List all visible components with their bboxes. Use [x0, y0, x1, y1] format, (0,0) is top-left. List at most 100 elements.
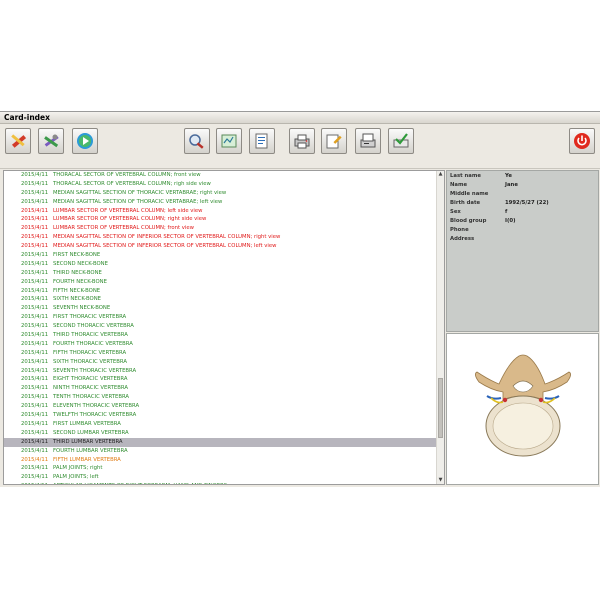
- record-date: 2015/4/11: [21, 278, 49, 285]
- field-value: Jane: [505, 182, 518, 188]
- record-date: 2015/4/11: [21, 252, 49, 259]
- record-title: FIFTH NECK-BONE: [53, 287, 101, 294]
- document-icon: [255, 133, 268, 149]
- field-value: 1992/5/27 (22): [505, 200, 549, 206]
- list-item[interactable]: 2015/4/11 FIFTH NECK-BONE: [4, 287, 437, 296]
- list-item[interactable]: 2015/4/11 NINTH THORACIC VERTEBRA: [4, 384, 437, 393]
- field-label: Birth date: [450, 200, 481, 206]
- record-date: 2015/4/11: [21, 358, 49, 365]
- list-item[interactable]: 2015/4/11 SECOND THORACIC VERTEBRA: [4, 322, 437, 331]
- list-item[interactable]: 2015/4/11 LUMBAR SECTOR OF VERTEBRAL COLU…: [4, 224, 437, 233]
- list-item[interactable]: 2015/4/11 SEVENTH THORACIC VERTEBRA: [4, 367, 437, 376]
- scroll-down-arrow-icon[interactable]: ▼: [437, 477, 444, 484]
- list-item[interactable]: 2015/4/11 FIFTH LUMBAR VERTEBRA: [4, 456, 437, 465]
- list-item[interactable]: 2015/4/11 MEDIAN SAGITTAL SECTION OF THOR…: [4, 189, 437, 198]
- record-title: FIFTH THORACIC VERTEBRA: [53, 349, 127, 356]
- record-date: 2015/4/11: [21, 287, 49, 294]
- record-title: FOURTH LUMBAR VERTEBRA: [53, 447, 128, 454]
- list-item[interactable]: 2015/4/11 SECOND LUMBAR VERTEBRA: [4, 429, 437, 438]
- list-item[interactable]: 2015/4/11 THIRD NECK-BONE: [4, 269, 437, 278]
- record-title: SECOND NECK-BONE: [53, 260, 108, 267]
- magnify-button[interactable]: [184, 128, 210, 154]
- record-title: THIRD THORACIC VERTEBRA: [53, 332, 128, 339]
- list-item[interactable]: 2015/4/11 EIGHT THORACIC VERTEBRA: [4, 375, 437, 384]
- record-date: 2015/4/11: [21, 438, 49, 445]
- list-item[interactable]: 2015/4/11 MEDIAN SAGITTAL SECTION OF THOR…: [4, 198, 437, 207]
- record-title: SECOND THORACIC VERTEBRA: [53, 323, 134, 330]
- record-date: 2015/4/11: [21, 180, 49, 187]
- record-title: MEDIAN SAGITTAL SECTION OF THORACIC VERT…: [53, 198, 223, 205]
- list-item[interactable]: 2015/4/11 THORACAL SECTOR OF VERTEBRAL CO…: [4, 171, 437, 180]
- list-item[interactable]: 2015/4/11 SEVENTH NECK-BONE: [4, 304, 437, 313]
- list-item[interactable]: 2015/4/11 SECOND NECK-BONE: [4, 260, 437, 269]
- record-date: 2015/4/11: [21, 376, 49, 383]
- record-title: PALM JOINTS; left: [53, 474, 99, 481]
- record-title: PALM JOINTS; right: [53, 465, 103, 472]
- document-button[interactable]: [249, 128, 275, 154]
- list-item[interactable]: 2015/4/11 FOURTH NECK-BONE: [4, 278, 437, 287]
- list-item[interactable]: 2015/4/11 TWELFTH THORACIC VERTEBRA: [4, 411, 437, 420]
- patient-info-panel: Last name Ye Name Jane Middle name Birth date…: [446, 170, 599, 332]
- map-button[interactable]: [216, 128, 242, 154]
- list-item[interactable]: 2015/4/11 THORACAL SECTOR OF VERTEBRAL CO…: [4, 180, 437, 189]
- record-title: SEVENTH NECK-BONE: [53, 305, 111, 312]
- list-item[interactable]: 2015/4/11 MEDIAN SAGITTAL SECTION OF INFE…: [4, 242, 437, 251]
- list-item[interactable]: 2015/4/11 FIRST THORACIC VERTEBRA: [4, 313, 437, 322]
- pencil-ruler-icon: [11, 134, 27, 148]
- play-button[interactable]: [72, 128, 98, 154]
- record-title: MEDIAN SAGITTAL SECTION OF THORACIC VERT…: [53, 189, 227, 196]
- checkmark-folder-icon: [393, 133, 409, 148]
- list-item[interactable]: 2015/4/11 SIXTH NECK-BONE: [4, 295, 437, 304]
- power-button[interactable]: [569, 128, 595, 154]
- list-item[interactable]: 2015/4/11 PALM JOINTS; left: [4, 473, 437, 482]
- field-value: f: [505, 209, 508, 215]
- list-item[interactable]: 2015/4/11 FIRST NECK-BONE: [4, 251, 437, 260]
- list-item[interactable]: 2015/4/11 FOURTH LUMBAR VERTEBRA: [4, 447, 437, 456]
- record-title: FIRST LUMBAR VERTEBRA: [53, 420, 121, 427]
- record-date: 2015/4/11: [21, 172, 49, 178]
- map-icon: [221, 134, 237, 148]
- list-item[interactable]: 2015/4/11 THIRD LUMBAR VERTEBRA: [4, 437, 437, 447]
- fax-icon: [360, 133, 376, 148]
- list-item[interactable]: 2015/4/11 SIXTH THORACIC VERTEBRA: [4, 358, 437, 367]
- list-item[interactable]: 2015/4/11 FOURTH THORACIC VERTEBRA: [4, 340, 437, 349]
- record-date: 2015/4/11: [21, 189, 49, 196]
- printer-button[interactable]: [289, 128, 315, 154]
- list-item[interactable]: 2015/4/11 PALM JOINTS; right: [4, 464, 437, 473]
- pencil-ruler-button[interactable]: [5, 128, 31, 154]
- list-item[interactable]: 2015/4/11 TENTH THORACIC VERTEBRA: [4, 393, 437, 402]
- printer-icon: [294, 134, 310, 149]
- list-item[interactable]: 2015/4/11 FIFTH THORACIC VERTEBRA: [4, 349, 437, 358]
- tools-icon: [44, 134, 59, 148]
- record-title: TWELFTH THORACIC VERTEBRA: [53, 412, 137, 419]
- fax-button[interactable]: [355, 128, 381, 154]
- list-item[interactable]: 2015/4/11 MEDIAN SAGITTAL SECTION OF INFE…: [4, 233, 437, 242]
- tools-button[interactable]: [38, 128, 64, 154]
- record-title: THIRD LUMBAR VERTEBRA: [53, 438, 123, 445]
- list-item[interactable]: 2015/4/11ARTICULAR LIGAMENTS OF RIGHT FO…: [4, 482, 437, 484]
- record-title: FOURTH THORACIC VERTEBRA: [53, 340, 133, 347]
- scroll-thumb[interactable]: [438, 378, 443, 438]
- record-title: THORACAL SECTOR OF VERTEBRAL COLUMN; fro…: [53, 172, 201, 178]
- list-item[interactable]: 2015/4/11 LUMBAR SECTOR OF VERTEBRAL COLU…: [4, 215, 437, 224]
- list-item[interactable]: 2015/4/11 THIRD THORACIC VERTEBRA: [4, 331, 437, 340]
- field-label: Blood group: [450, 218, 487, 224]
- list-item[interactable]: 2015/4/11 ELEVENTH THORACIC VERTEBRA: [4, 402, 437, 411]
- record-title: SIXTH THORACIC VERTEBRA: [53, 358, 127, 365]
- checkmark-folder-button[interactable]: [388, 128, 414, 154]
- scroll-up-arrow-icon[interactable]: ▲: [437, 171, 444, 178]
- record-title: SIXTH NECK-BONE: [53, 296, 102, 303]
- record-date: 2015/4/11: [21, 412, 49, 419]
- records-list[interactable]: 2015/4/11 THORACAL SECTOR OF VERTEBRAL CO…: [3, 170, 445, 485]
- record-date: 2015/4/11: [21, 260, 49, 267]
- vertical-scrollbar[interactable]: ▲ ▼: [436, 171, 444, 484]
- record-title: MEDIAN SAGITTAL SECTION OF INFERIOR SECT…: [53, 243, 277, 250]
- record-date: 2015/4/11: [21, 474, 49, 481]
- list-item[interactable]: 2015/4/11 FIRST LUMBAR VERTEBRA: [4, 420, 437, 429]
- edit-document-button[interactable]: [321, 128, 347, 154]
- field-value: I(0): [505, 218, 516, 224]
- list-item[interactable]: 2015/4/11 LUMBAR SECTOR OF VERTEBRAL COLU…: [4, 207, 437, 216]
- record-date: 2015/4/11: [21, 296, 49, 303]
- record-title: EIGHT THORACIC VERTEBRA: [53, 376, 128, 383]
- record-date: 2015/4/11: [21, 216, 49, 223]
